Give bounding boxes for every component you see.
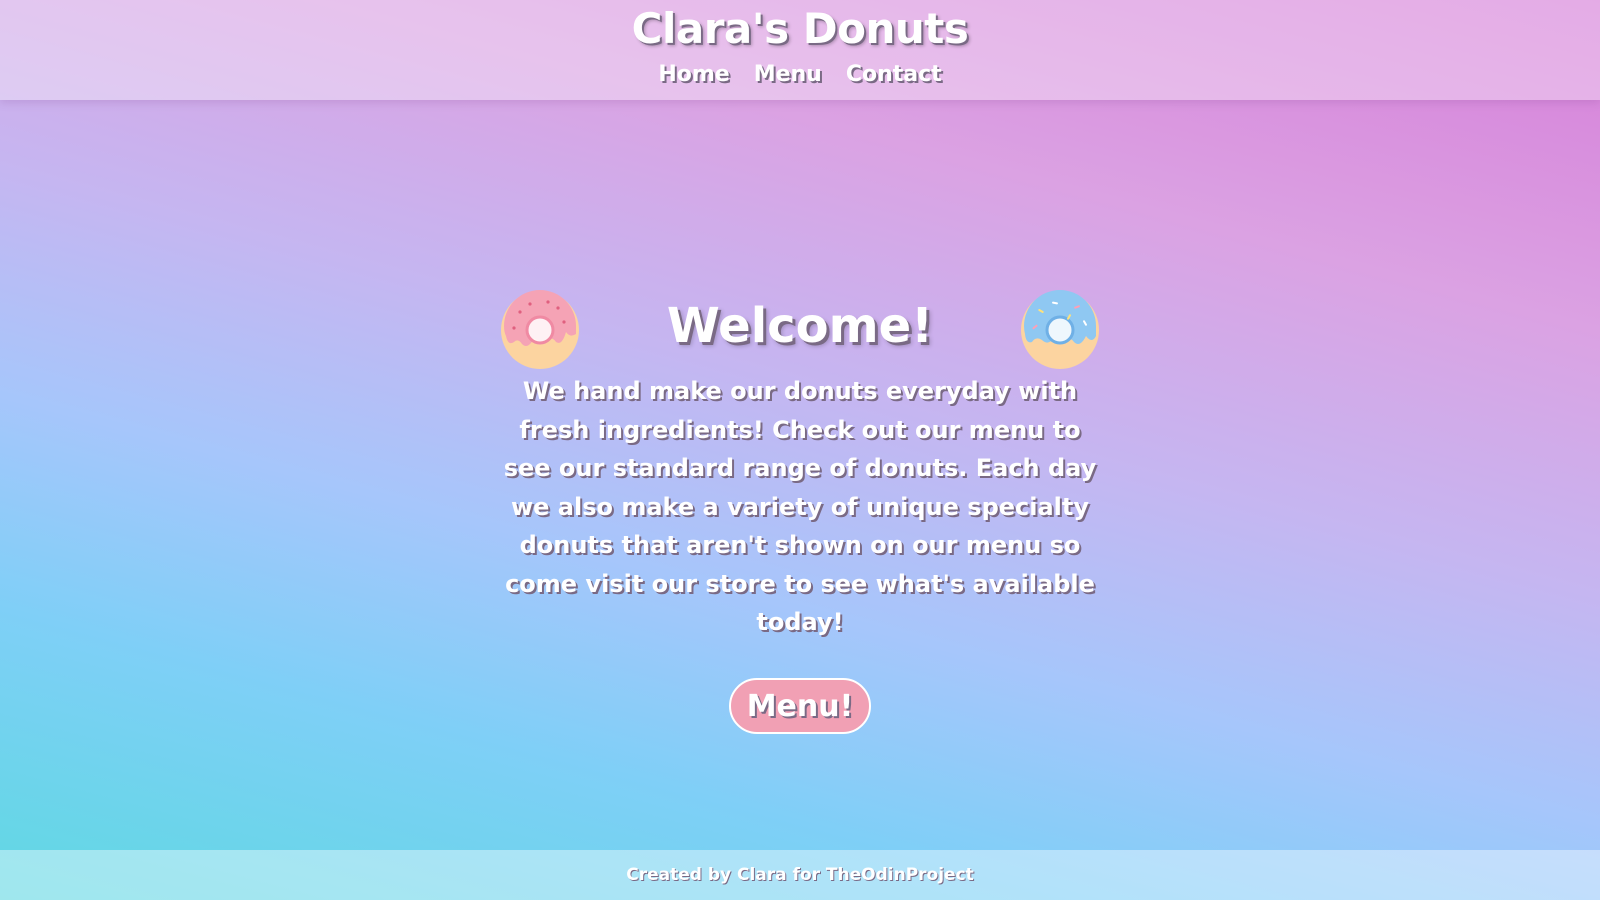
- welcome-text: We hand make our donuts everyday with fr…: [503, 377, 1097, 636]
- main-nav: Home Menu Contact: [0, 62, 1600, 87]
- site-footer: Created by Clara for TheOdinProject: [0, 850, 1600, 900]
- brand-title: Clara's Donuts: [631, 4, 969, 53]
- site-header: Clara's Donuts Home Menu Contact: [0, 0, 1600, 100]
- pink-donut-icon: [501, 290, 579, 369]
- nav-menu-link[interactable]: Menu: [754, 62, 822, 87]
- welcome-heading: Welcome!: [666, 298, 934, 354]
- menu-button[interactable]: Menu!: [728, 677, 872, 734]
- blue-donut-icon: [1021, 290, 1099, 369]
- nav-home-link[interactable]: Home: [658, 62, 729, 87]
- footer-credit: Created by Clara for TheOdinProject: [626, 865, 974, 885]
- nav-contact-link[interactable]: Contact: [846, 62, 942, 87]
- welcome-section: Welcome! We hand make our donuts everyda…: [500, 290, 1100, 734]
